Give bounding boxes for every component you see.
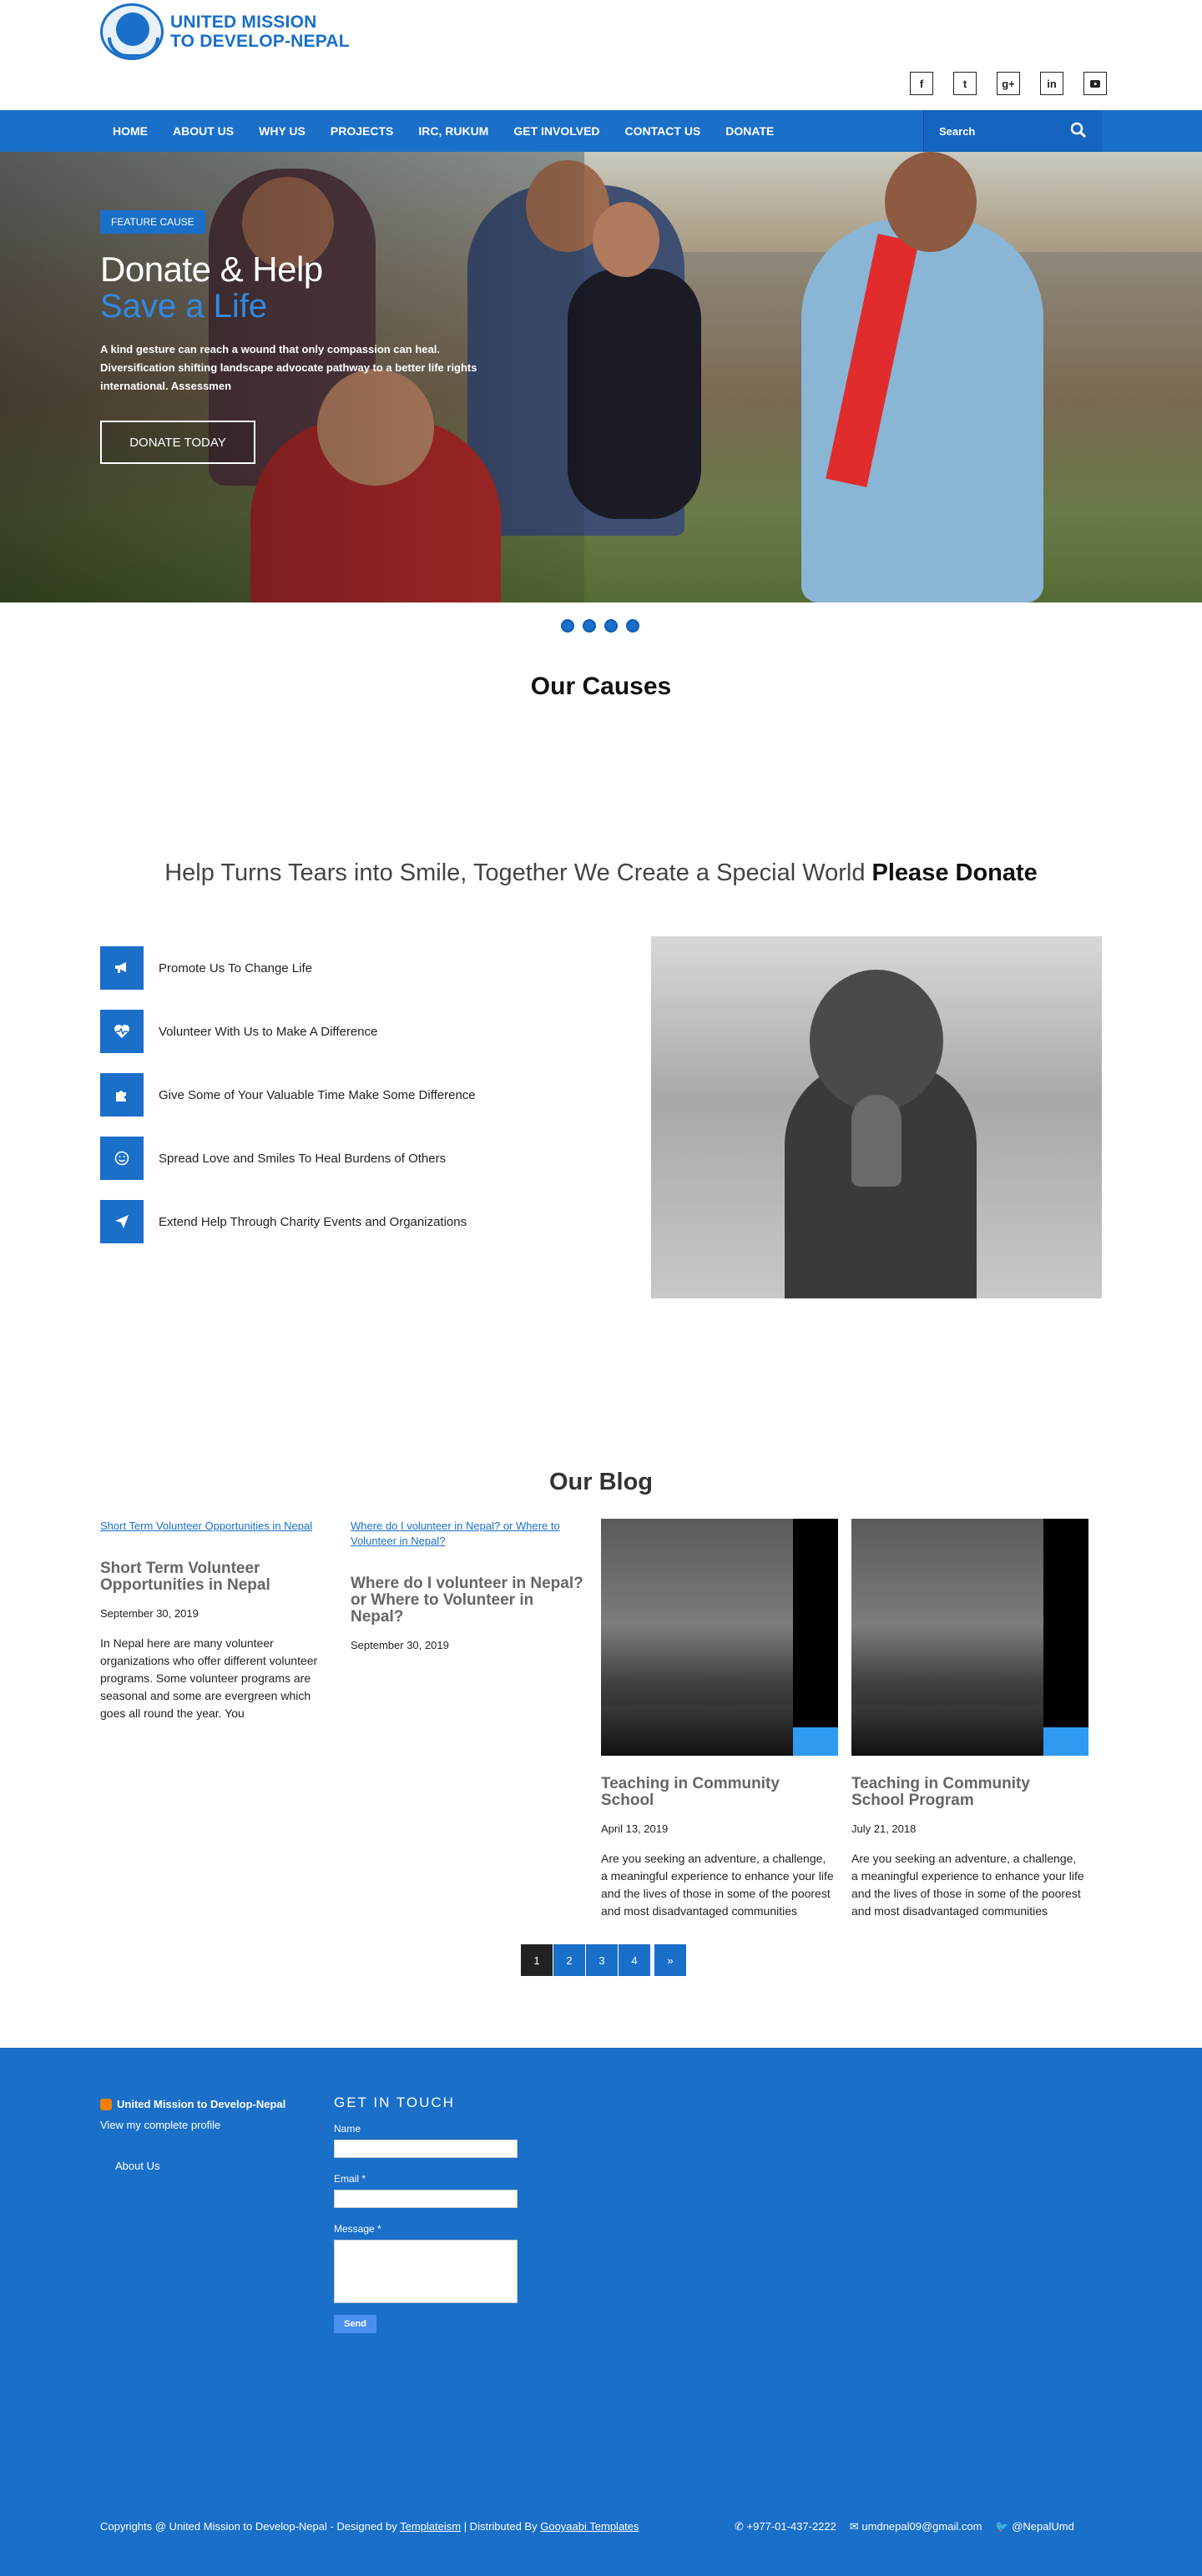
email-label: Email * bbox=[334, 2173, 366, 2185]
designer-link[interactable]: Templateism bbox=[400, 2520, 461, 2533]
post-excerpt: In Nepal here are many volunteer organiz… bbox=[100, 1636, 318, 1720]
megaphone-icon bbox=[100, 946, 144, 990]
blog-post: Teaching in Community School April 13, 2… bbox=[601, 1519, 838, 1920]
facebook-icon[interactable]: f bbox=[910, 72, 933, 95]
slider-dot[interactable] bbox=[561, 619, 574, 633]
post-thumbnail[interactable] bbox=[851, 1519, 1088, 1756]
site-footer: United Mission to Develop-Nepal View my … bbox=[0, 2048, 1202, 2576]
nav-about-us[interactable]: ABOUT US bbox=[160, 124, 246, 138]
contact-title: GET IN TOUCH bbox=[334, 2095, 455, 2110]
help-item: Promote Us To Change Life bbox=[100, 946, 568, 990]
nav-donate[interactable]: DONATE bbox=[713, 124, 786, 138]
main-nav: HOME ABOUT US WHY US PROJECTS IRC, RUKUM… bbox=[0, 110, 1202, 152]
post-title[interactable]: Teaching in Community School bbox=[601, 1776, 835, 1809]
message-field[interactable] bbox=[334, 2240, 518, 2303]
post-title[interactable]: Teaching in Community School Program bbox=[851, 1776, 1085, 1809]
blog-post: Where do I volunteer in Nepal? or Where … bbox=[351, 1519, 584, 1651]
nav-projects[interactable]: PROJECTS bbox=[318, 124, 406, 138]
name-label: Name bbox=[334, 2123, 361, 2135]
nav-home[interactable]: HOME bbox=[100, 124, 160, 138]
envelope-icon: ✉ bbox=[849, 2520, 859, 2533]
blog-post: Short Term Volunteer Opportunities in Ne… bbox=[100, 1519, 334, 1722]
twitter-item[interactable]: 🐦 @NepalUmd bbox=[995, 2520, 1073, 2533]
post-excerpt: Are you seeking an adventure, a challeng… bbox=[851, 1852, 1084, 1918]
send-button[interactable]: Send bbox=[334, 2315, 376, 2333]
twitter-icon: 🐦 bbox=[995, 2520, 1009, 2533]
post-thumbnail[interactable] bbox=[601, 1519, 838, 1756]
post-date: April 13, 2019 bbox=[601, 1822, 669, 1835]
twitter-icon[interactable]: t bbox=[953, 72, 977, 95]
nav-contact-us[interactable]: CONTACT US bbox=[613, 124, 714, 138]
donate-heading: Help Turns Tears into Smile, Together We… bbox=[164, 860, 1038, 886]
hero-subtitle: Save a Life bbox=[100, 288, 268, 325]
page-4[interactable]: 4 bbox=[619, 1944, 650, 1976]
globe-hands-icon bbox=[100, 3, 164, 60]
post-date: September 30, 2019 bbox=[100, 1607, 199, 1620]
heart-pulse-icon bbox=[100, 1010, 144, 1053]
pagination: 1 2 3 4 » bbox=[521, 1944, 687, 1976]
linkedin-icon[interactable]: in bbox=[1040, 72, 1063, 95]
smile-icon bbox=[100, 1137, 144, 1180]
blogger-icon bbox=[100, 2098, 112, 2110]
logo-text: UNITED MISSION TO DEVELOP-NEPAL bbox=[170, 13, 350, 51]
distributor-link[interactable]: Gooyaabi Templates bbox=[540, 2520, 639, 2533]
search-input[interactable] bbox=[939, 123, 1064, 139]
email-item[interactable]: ✉ umdnepal09@gmail.com bbox=[850, 2520, 982, 2533]
social-links: f t g+ in bbox=[910, 72, 1107, 95]
contact-form: GET IN TOUCH Name Email * Message * Send bbox=[334, 2095, 534, 2333]
phone-icon: ✆ bbox=[735, 2520, 744, 2533]
post-image-link[interactable]: Short Term Volunteer Opportunities in Ne… bbox=[100, 1519, 334, 1534]
slider-dot[interactable] bbox=[604, 619, 618, 633]
copyright: Copyrights @ United Mission to Develop-N… bbox=[100, 2520, 639, 2533]
google-plus-icon[interactable]: g+ bbox=[997, 72, 1020, 95]
search-box bbox=[923, 110, 1102, 152]
donate-today-button[interactable]: DONATE TODAY bbox=[100, 421, 255, 464]
slider-dot[interactable] bbox=[583, 619, 596, 633]
slider-dot[interactable] bbox=[626, 619, 639, 633]
post-image-link[interactable]: Where do I volunteer in Nepal? or Where … bbox=[351, 1519, 584, 1549]
post-title[interactable]: Short Term Volunteer Opportunities in Ne… bbox=[100, 1560, 334, 1594]
help-list: Promote Us To Change Life Volunteer With… bbox=[100, 946, 568, 1263]
view-profile-link[interactable]: View my complete profile bbox=[100, 2119, 285, 2131]
paper-plane-icon bbox=[100, 1200, 144, 1243]
hero-title: Donate & Help bbox=[100, 250, 323, 289]
causes-title: Our Causes bbox=[530, 673, 672, 700]
profile-name[interactable]: United Mission to Develop-Nepal bbox=[100, 2098, 285, 2110]
footer-about-link[interactable]: About Us bbox=[115, 2160, 285, 2172]
slider-dots bbox=[561, 619, 639, 633]
donate-heading-bold: Please Donate bbox=[871, 860, 1038, 886]
help-item: Volunteer With Us to Make A Difference bbox=[100, 1010, 568, 1053]
message-label: Message * bbox=[334, 2223, 381, 2235]
blog-post: Teaching in Community School Program Jul… bbox=[851, 1519, 1088, 1920]
phone-item: ✆ +977-01-437-2222 bbox=[735, 2520, 836, 2533]
help-item: Give Some of Your Valuable Time Make Som… bbox=[100, 1073, 568, 1117]
hero-text: A kind gesture can reach a wound that on… bbox=[100, 343, 477, 392]
site-header: UNITED MISSION TO DEVELOP-NEPAL f t g+ i… bbox=[0, 0, 1202, 110]
page-3[interactable]: 3 bbox=[586, 1944, 618, 1976]
feature-cause-badge: FEATURE CAUSE bbox=[100, 210, 205, 234]
post-date: July 21, 2018 bbox=[851, 1822, 917, 1835]
nav-get-involved[interactable]: GET INVOLVED bbox=[501, 124, 612, 138]
puzzle-icon bbox=[100, 1073, 144, 1117]
search-icon[interactable] bbox=[1070, 122, 1087, 139]
page-2[interactable]: 2 bbox=[553, 1944, 585, 1976]
post-title[interactable]: Where do I volunteer in Nepal? or Where … bbox=[351, 1575, 584, 1626]
page-1[interactable]: 1 bbox=[521, 1944, 553, 1976]
site-logo[interactable]: UNITED MISSION TO DEVELOP-NEPAL bbox=[100, 3, 350, 60]
post-date: September 30, 2019 bbox=[351, 1639, 449, 1651]
help-item: Spread Love and Smiles To Heal Burdens o… bbox=[100, 1137, 568, 1180]
email-field[interactable] bbox=[334, 2190, 518, 2208]
child-photo bbox=[651, 936, 1102, 1298]
next-page-button[interactable]: » bbox=[654, 1944, 686, 1976]
name-field[interactable] bbox=[334, 2140, 518, 2158]
blog-title: Our Blog bbox=[548, 1469, 654, 1495]
help-item: Extend Help Through Charity Events and O… bbox=[100, 1200, 568, 1243]
nav-irc-rukum[interactable]: IRC, RUKUM bbox=[406, 124, 501, 138]
post-excerpt: Are you seeking an adventure, a challeng… bbox=[601, 1852, 834, 1918]
footer-contact: ✆ +977-01-437-2222 ✉ umdnepal09@gmail.co… bbox=[735, 2520, 1074, 2533]
youtube-icon[interactable] bbox=[1083, 72, 1107, 95]
nav-why-us[interactable]: WHY US bbox=[246, 124, 318, 138]
profile-widget: United Mission to Develop-Nepal View my … bbox=[100, 2098, 285, 2172]
